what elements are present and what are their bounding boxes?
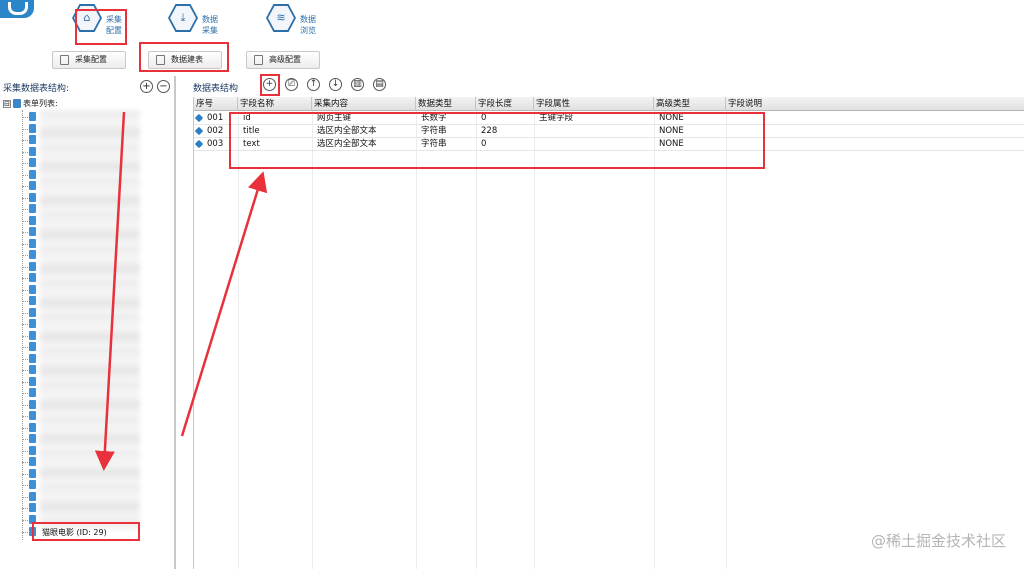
download-icon: ⤓ (180, 11, 186, 24)
watermark: @稀土掘金技术社区 (870, 532, 1006, 550)
layers-icon: ≋ (276, 11, 286, 24)
annotation-arrows (94, 111, 268, 471)
arrow-down (94, 111, 126, 471)
home-icon: ⌂ (83, 11, 91, 24)
arrow-up (180, 171, 268, 437)
